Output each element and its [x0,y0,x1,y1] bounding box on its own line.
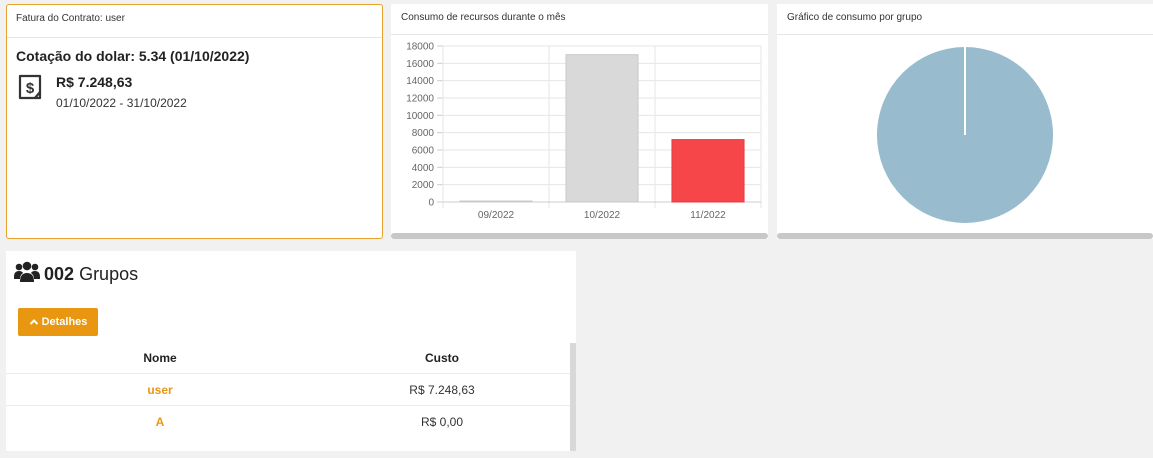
y-tick-label: 18000 [406,42,434,53]
y-tick-label: 2000 [412,180,435,191]
contract-invoice-card: Fatura do Contrato: user Cotação do dola… [6,4,383,239]
x-tick-label: 09/2022 [478,210,515,221]
dollar-rate: Cotação do dolar: 5.34 (01/10/2022) [16,48,250,64]
bar-11-2022[interactable] [671,139,745,203]
table-row: A R$ 0,00 [6,405,570,437]
groups-card: 002 Grupos Detalhes Nome Custo user R$ 7… [6,251,576,451]
dollar-document-icon: $ [18,74,42,100]
y-tick-label: 4000 [412,163,435,174]
group-name-link[interactable]: user [6,383,314,397]
y-tick-label: 8000 [412,128,435,139]
bar-09-2022[interactable] [459,200,533,203]
horizontal-scrollbar[interactable] [391,233,768,239]
invoice-total: R$ 7.248,63 [56,74,133,90]
users-group-icon [14,261,40,282]
details-toggle-button[interactable]: Detalhes [18,308,98,336]
groups-title: 002 Grupos [14,261,138,285]
bar-10-2022[interactable] [565,54,639,203]
svg-text:$: $ [26,80,35,97]
details-button-label: Detalhes [41,316,88,328]
column-header-nome[interactable]: Nome [6,351,314,365]
group-name-link[interactable]: A [6,415,314,429]
table-row: user R$ 7.248,63 [6,373,570,405]
y-tick-label: 6000 [412,146,435,157]
x-tick-label: 11/2022 [690,210,726,221]
group-consumption-card: Gráfico de consumo por grupo [777,4,1153,239]
y-tick-label: 0 [428,198,434,209]
monthly-consumption-card: Consumo de recursos durante o mês 0 2000 4… [391,4,768,239]
y-tick-label: 16000 [406,59,434,70]
group-consumption-header: Gráfico de consumo por grupo [777,4,1153,35]
group-cost: R$ 7.248,63 [409,382,475,397]
y-tick-label: 10000 [406,111,434,122]
vertical-scrollbar[interactable] [570,343,576,451]
horizontal-scrollbar[interactable] [777,233,1153,239]
table-header-row: Nome Custo [6,343,570,373]
group-consumption-pie [877,47,1053,223]
y-tick-label: 14000 [406,76,434,87]
monthly-consumption-chart: 0 2000 4000 6000 8000 10000 12000 14000 16000 180… [406,42,762,221]
x-tick-label: 10/2022 [584,210,621,221]
column-header-custo[interactable]: Custo [314,351,570,365]
y-tick-label: 12000 [406,94,434,105]
contract-invoice-header: Fatura do Contrato: user [7,5,382,38]
groups-label: Grupos [79,264,139,284]
group-cost: R$ 0,00 [420,414,464,429]
chevron-up-icon [29,319,38,325]
invoice-period: 01/10/2022 - 31/10/2022 [56,96,187,110]
groups-count: 002 [44,264,75,284]
groups-table: Nome Custo user R$ 7.248,63 A R$ 0,00 [6,343,570,437]
monthly-consumption-header: Consumo de recursos durante o mês [391,4,768,35]
